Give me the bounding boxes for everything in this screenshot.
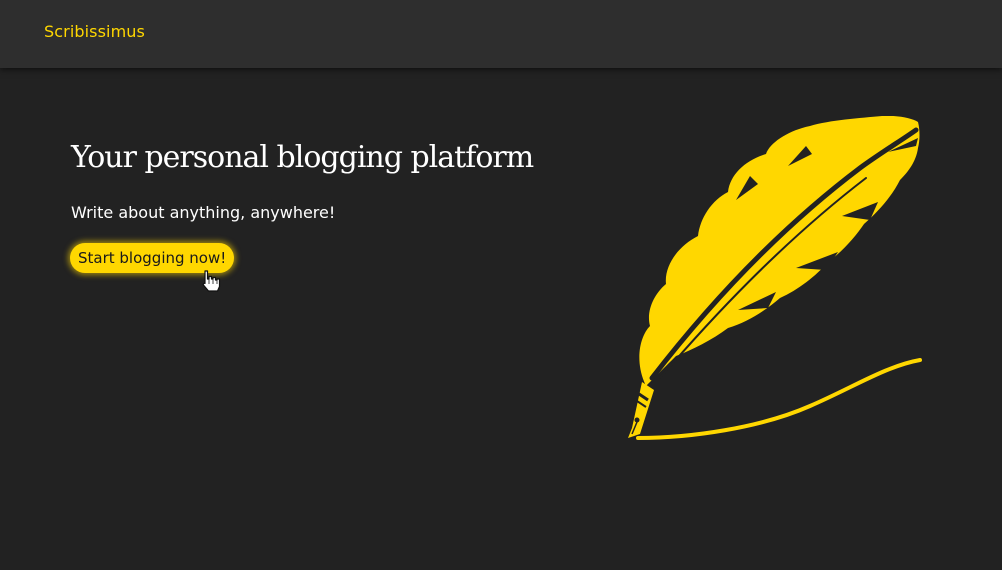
- navbar: Scribissimus: [0, 0, 1002, 68]
- hero-title: Your personal blogging platform: [71, 140, 534, 175]
- pen-nib: [628, 382, 654, 438]
- hand-pointer-icon: [202, 270, 221, 292]
- hero-subtitle: Write about anything, anywhere!: [71, 203, 336, 222]
- quill-pen-icon: [628, 116, 922, 440]
- brand-link[interactable]: Scribissimus: [44, 22, 145, 41]
- hero-section: Your personal blogging platform Write ab…: [0, 68, 1002, 570]
- ink-stroke: [636, 358, 922, 440]
